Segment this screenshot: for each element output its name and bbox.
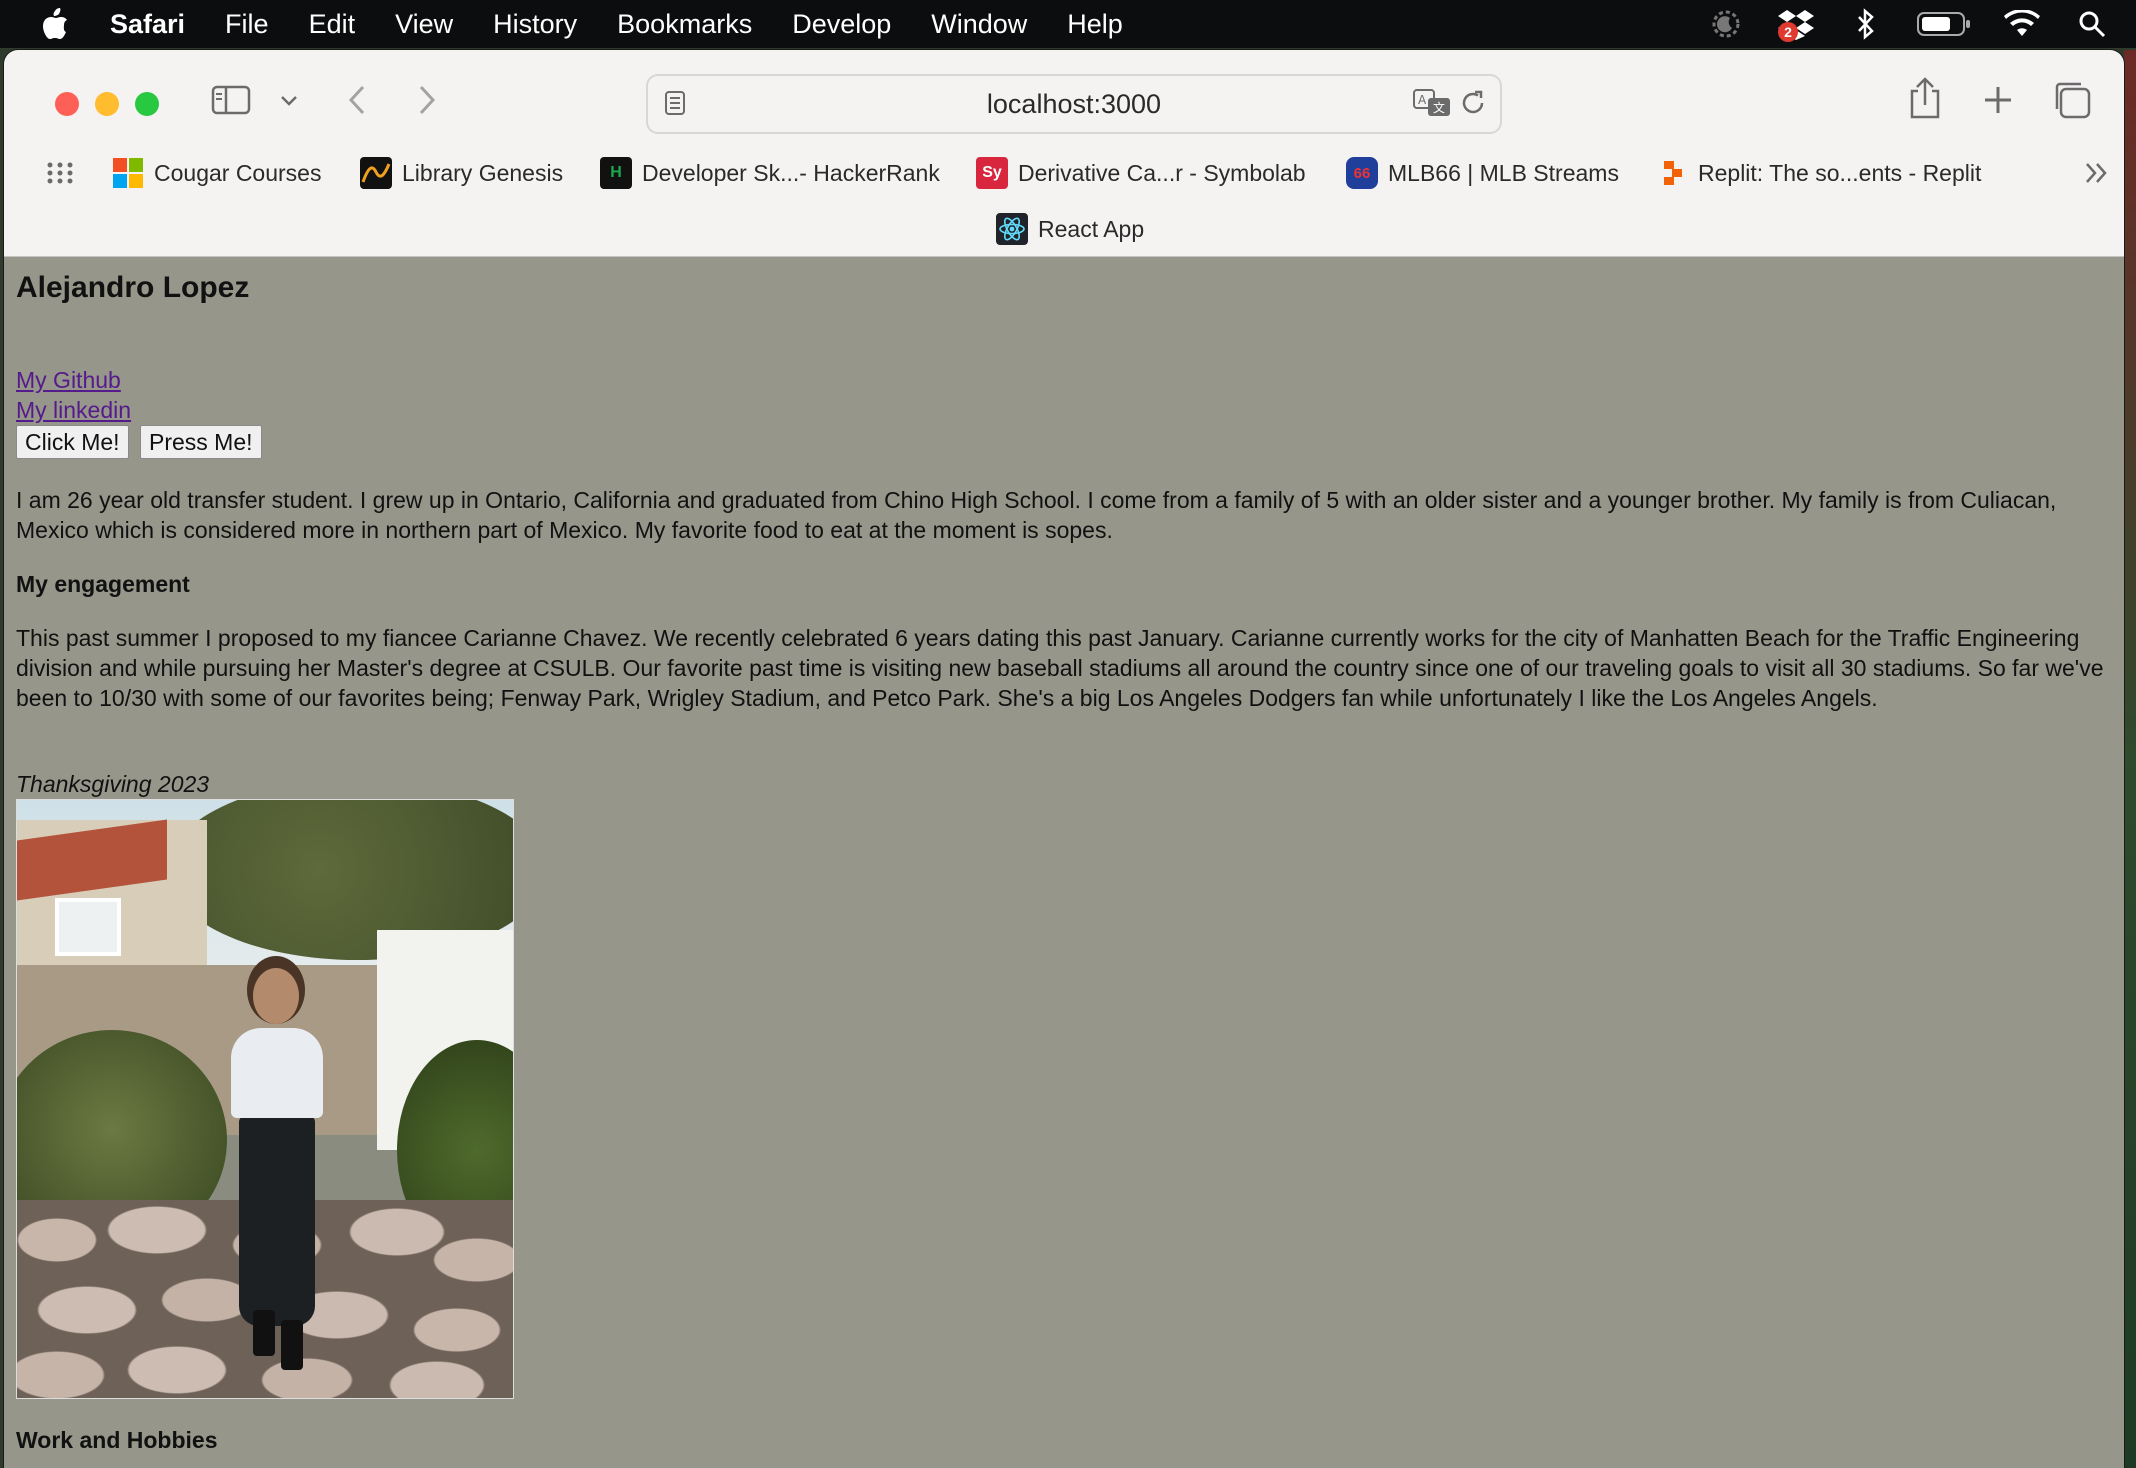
svg-text:文: 文 — [1433, 100, 1445, 115]
favorite-label: Library Genesis — [402, 159, 564, 186]
page-menu-icon[interactable] — [664, 90, 686, 123]
favorite-library-genesis[interactable]: Library Genesis — [360, 150, 563, 196]
favorite-mlb66[interactable]: 66 MLB66 | MLB Streams — [1346, 150, 1619, 196]
favorites-bar: Cougar Courses Library Genesis H Develop… — [4, 150, 2124, 196]
wifi-icon[interactable] — [2002, 4, 2042, 44]
battery-icon[interactable] — [1916, 4, 1972, 44]
tab-overview-icon[interactable] — [2052, 80, 2092, 120]
menu-bookmarks[interactable]: Bookmarks — [617, 9, 752, 40]
address-bar[interactable]: localhost:3000 A文 — [646, 74, 1502, 134]
sidebar-toggle-icon[interactable] — [210, 82, 252, 118]
svg-text:A: A — [1418, 93, 1427, 107]
new-tab-plus-icon[interactable] — [1980, 82, 2016, 118]
spotlight-search-icon[interactable] — [2072, 4, 2112, 44]
work-hobbies-heading: Work and Hobbies — [16, 1427, 218, 1453]
tab-group-chevron-down-icon[interactable] — [278, 90, 300, 112]
menu-history[interactable]: History — [493, 9, 577, 40]
menu-bar: Safari File Edit View History Bookmarks … — [0, 0, 2136, 48]
maximize-window-button[interactable] — [135, 92, 159, 116]
menu-edit[interactable]: Edit — [309, 9, 356, 40]
github-link[interactable]: My Github — [16, 365, 121, 395]
status-area: 2 — [1706, 0, 2112, 48]
engagement-heading: My engagement — [16, 571, 190, 597]
back-chevron-icon[interactable] — [342, 82, 372, 118]
favorite-label: Replit: The so...ents - Replit — [1698, 159, 1982, 186]
forward-chevron-icon[interactable] — [412, 82, 442, 118]
menu-app-safari[interactable]: Safari — [110, 9, 185, 40]
symbolab-icon: Sy — [976, 157, 1008, 189]
mlb66-icon: 66 — [1346, 157, 1378, 189]
favorite-label: Developer Sk...- HackerRank — [642, 159, 940, 186]
more-favorites-chevron-icon[interactable] — [2084, 150, 2110, 196]
menu-window[interactable]: Window — [931, 9, 1027, 40]
page-title: Alejandro Lopez — [16, 271, 250, 304]
reload-icon[interactable] — [1460, 89, 1486, 124]
favorite-label: Cougar Courses — [154, 159, 322, 186]
dropbox-icon[interactable]: 2 — [1776, 4, 1816, 44]
desktop-background-edge — [2124, 50, 2136, 1468]
hackerrank-icon: H — [600, 157, 632, 189]
focus-moon-icon[interactable] — [1706, 4, 1746, 44]
safari-window: localhost:3000 A文 Cougar Courses Library… — [4, 50, 2124, 1468]
engagement-paragraph: This past summer I proposed to my fiance… — [16, 625, 2104, 711]
menu-view[interactable]: View — [395, 9, 453, 40]
menu-file[interactable]: File — [225, 9, 269, 40]
dropbox-badge: 2 — [1778, 22, 1798, 42]
favorite-label: MLB66 | MLB Streams — [1388, 159, 1619, 186]
web-page: Alejandro Lopez My Github My linkedin Cl… — [4, 256, 2124, 1468]
favorite-cougar-courses[interactable]: Cougar Courses — [112, 150, 321, 196]
close-window-button[interactable] — [55, 92, 79, 116]
url-text[interactable]: localhost:3000 — [987, 89, 1161, 120]
favorite-replit[interactable]: Replit: The so...ents - Replit — [1656, 150, 1981, 196]
favorites-grid-icon[interactable] — [46, 150, 74, 196]
photo-caption: Thanksgiving 2023 — [16, 771, 210, 797]
react-icon — [996, 213, 1028, 245]
menu-develop[interactable]: Develop — [792, 9, 891, 40]
thanksgiving-photo — [16, 799, 514, 1399]
favorites-bar-row-2: React App — [4, 206, 2124, 252]
microsoft-grid-icon — [112, 157, 144, 189]
favorite-react-app[interactable]: React App — [996, 206, 1144, 252]
browser-toolbar: localhost:3000 A文 — [4, 50, 2124, 150]
apple-icon[interactable] — [38, 5, 72, 43]
linkedin-link[interactable]: My linkedin — [16, 395, 131, 425]
favorite-hackerrank[interactable]: H Developer Sk...- HackerRank — [600, 150, 940, 196]
favorite-symbolab[interactable]: Sy Derivative Ca...r - Symbolab — [976, 150, 1306, 196]
bluetooth-icon[interactable] — [1846, 4, 1886, 44]
replit-icon — [1656, 157, 1688, 189]
intro-paragraph: I am 26 year old transfer student. I gre… — [16, 487, 2057, 543]
menu-help[interactable]: Help — [1067, 9, 1123, 40]
favorite-label: React App — [1038, 215, 1145, 242]
click-me-button[interactable]: Click Me! — [16, 425, 129, 459]
library-genesis-icon — [360, 157, 392, 189]
favorite-label: Derivative Ca...r - Symbolab — [1018, 159, 1306, 186]
press-me-button[interactable]: Press Me! — [140, 425, 262, 459]
minimize-window-button[interactable] — [95, 92, 119, 116]
translate-icon[interactable]: A文 — [1412, 86, 1452, 127]
share-icon[interactable] — [1906, 76, 1944, 120]
